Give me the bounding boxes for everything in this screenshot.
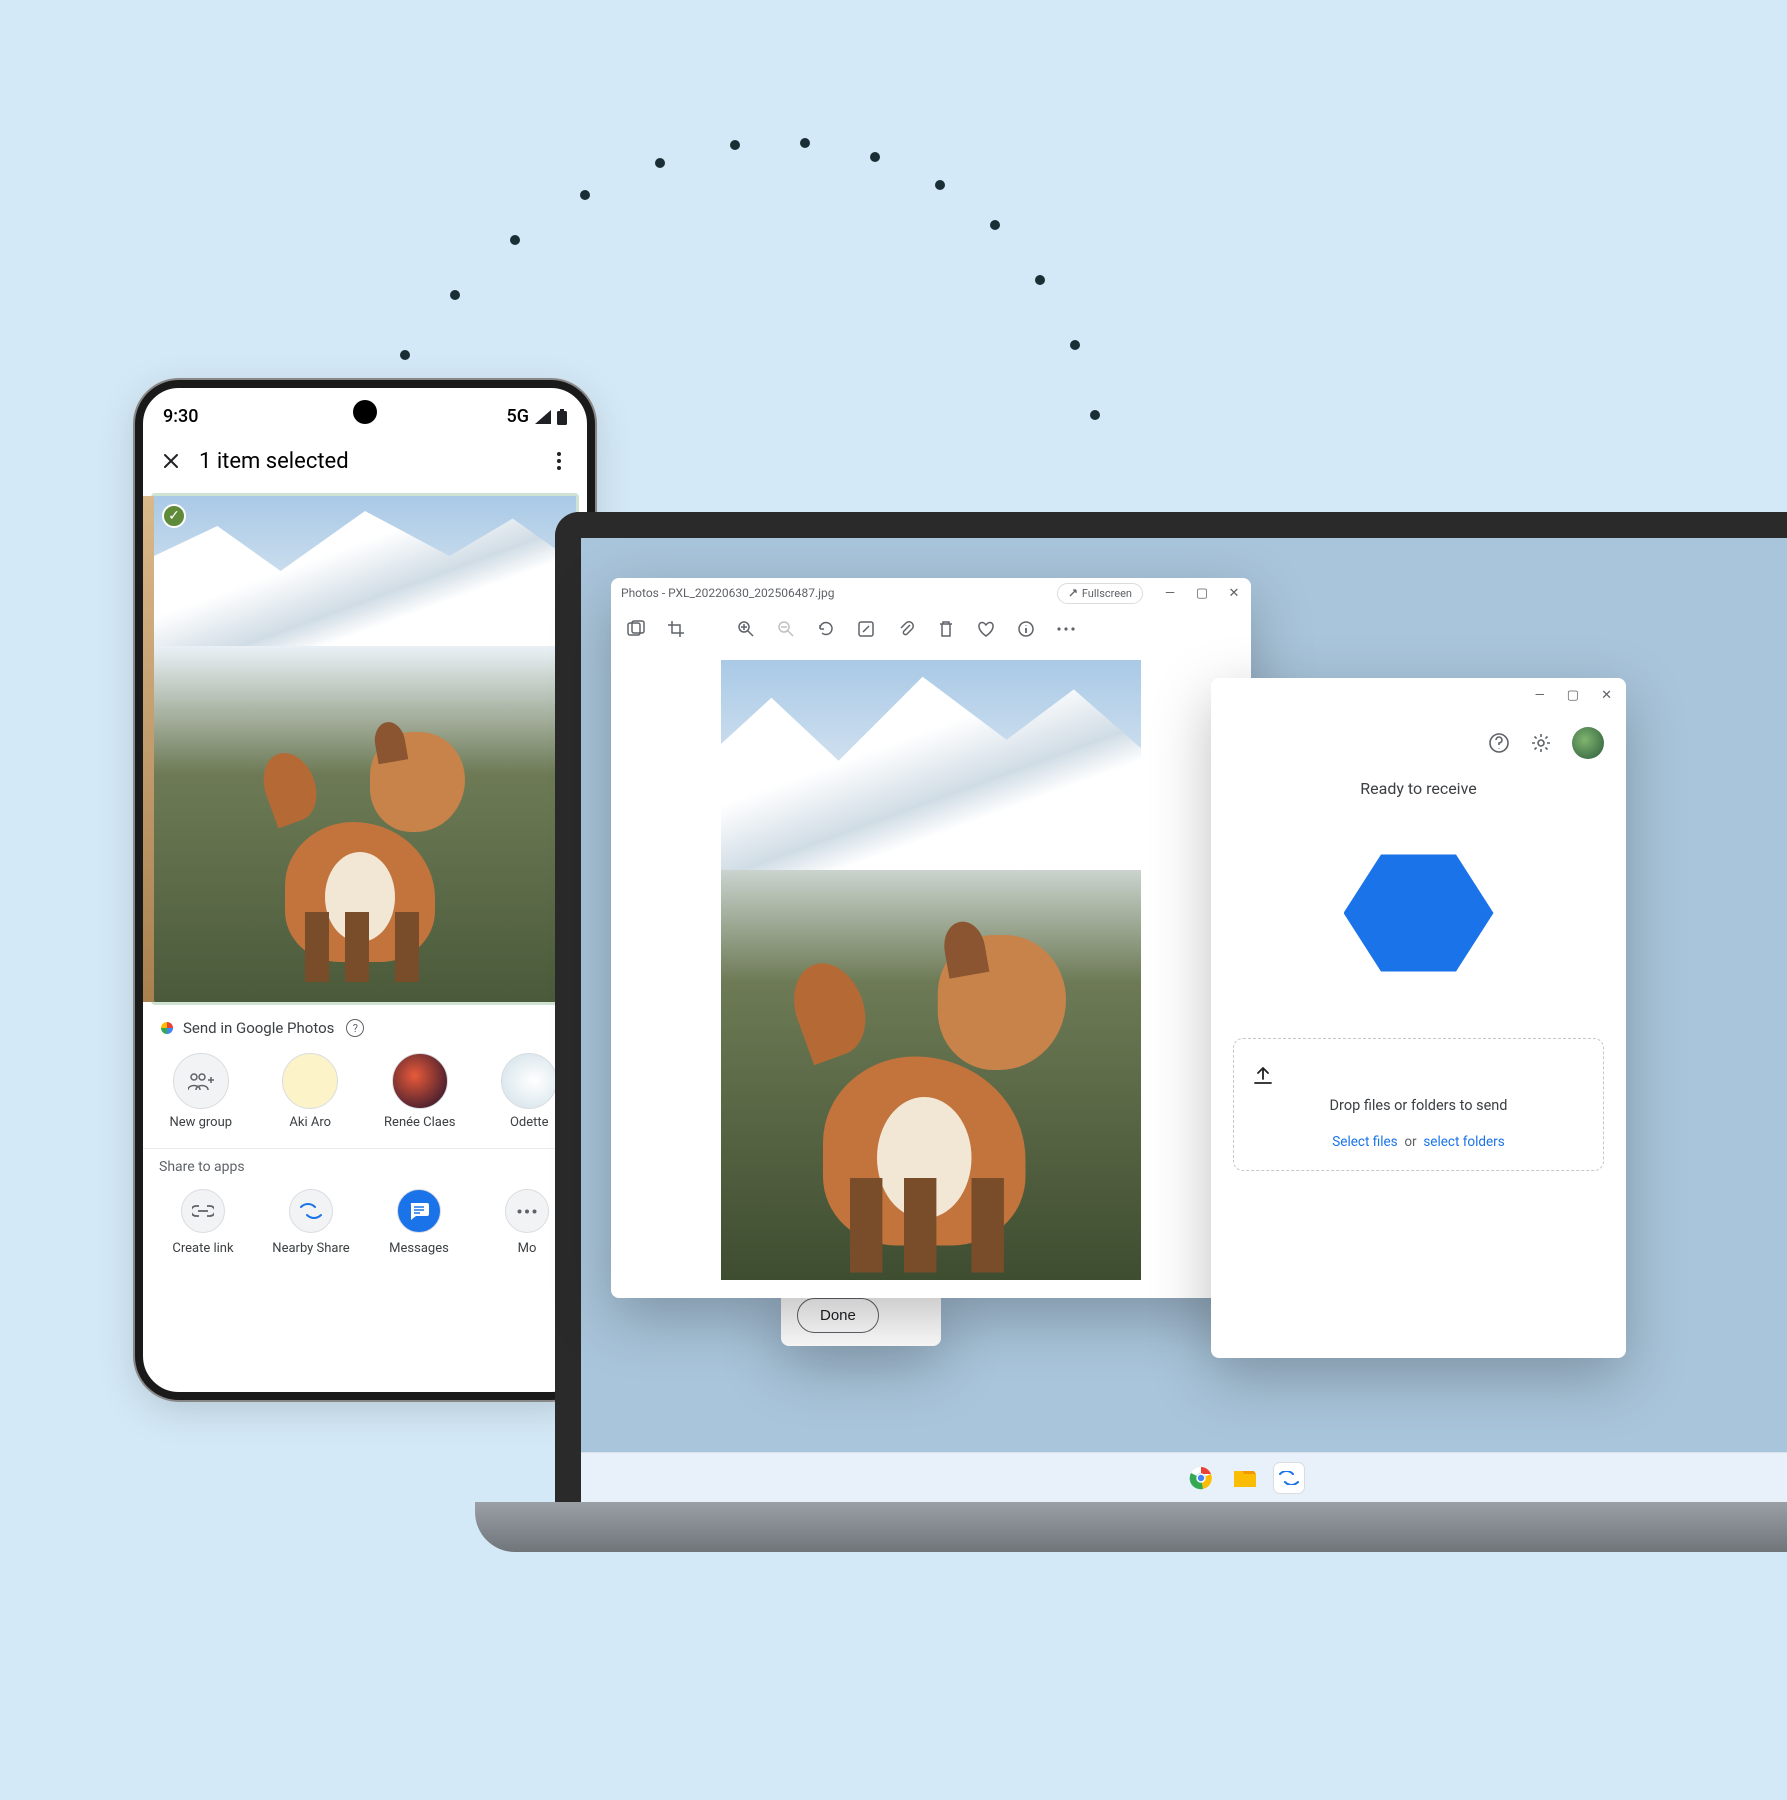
maximize-icon[interactable]: ▢ <box>1195 586 1209 601</box>
maximize-icon[interactable]: ▢ <box>1567 688 1579 703</box>
select-folders-link[interactable]: select folders <box>1423 1134 1504 1150</box>
minimize-icon[interactable]: — <box>1163 586 1177 601</box>
app-label: Create link <box>172 1241 233 1256</box>
google-photos-icon <box>159 1020 175 1036</box>
dog-illustration <box>265 702 465 962</box>
photos-window: Photos - PXL_20220630_202506487.jpg Full… <box>611 578 1251 1298</box>
signal-icon <box>535 410 551 424</box>
share-apps-section: Share to apps Create link Nearby Share M… <box>143 1148 587 1266</box>
help-icon[interactable] <box>1488 732 1510 754</box>
window-controls: — ▢ ✕ <box>1211 678 1626 713</box>
delete-icon[interactable] <box>935 618 957 640</box>
crop-icon[interactable] <box>665 618 687 640</box>
close-icon[interactable]: ✕ <box>1227 586 1241 601</box>
share-apps-label: Share to apps <box>159 1159 571 1175</box>
battery-icon <box>557 409 567 425</box>
upload-icon <box>1252 1065 1585 1087</box>
laptop-base <box>475 1502 1787 1552</box>
check-icon: ✓ <box>162 504 186 528</box>
contact-label: New group <box>169 1115 232 1130</box>
nearby-share-taskbar-icon[interactable] <box>1274 1463 1304 1493</box>
laptop-screen: Done Photos - PXL_20220630_202506487.jpg… <box>555 512 1787 1502</box>
avatar <box>282 1053 338 1109</box>
heart-icon[interactable] <box>975 618 997 640</box>
fullscreen-button[interactable]: Fullscreen <box>1057 583 1143 604</box>
close-icon[interactable]: ✕ <box>1601 688 1612 703</box>
attach-icon[interactable] <box>895 618 917 640</box>
collection-icon[interactable] <box>625 618 647 640</box>
app-create-link[interactable]: Create link <box>159 1189 247 1256</box>
contact-label: Aki Aro <box>289 1115 331 1130</box>
drop-text: Drop files or folders to send <box>1252 1097 1585 1114</box>
help-icon[interactable]: ? <box>346 1019 364 1037</box>
app-label: Messages <box>389 1241 449 1256</box>
nearby-share-window: — ▢ ✕ Ready to receive Drop files or fo <box>1211 678 1626 1358</box>
selection-title: 1 item selected <box>199 449 531 474</box>
select-row: Select files or select folders <box>1252 1134 1585 1150</box>
dog-illustration <box>796 895 1066 1246</box>
app-label: Nearby Share <box>272 1241 349 1256</box>
contact-renee-claes[interactable]: Renée Claes <box>376 1053 464 1130</box>
taskbar <box>581 1452 1787 1502</box>
window-title: Photos - PXL_20220630_202506487.jpg <box>621 586 1057 600</box>
info-icon[interactable] <box>1015 618 1037 640</box>
avatar <box>392 1053 448 1109</box>
contact-label: Odette <box>510 1115 549 1130</box>
edit-icon[interactable] <box>855 618 877 640</box>
more-horizontal-icon <box>505 1189 549 1233</box>
profile-avatar[interactable] <box>1572 727 1604 759</box>
rotate-icon[interactable] <box>815 618 837 640</box>
photos-toolbar <box>611 608 1251 650</box>
chrome-icon[interactable] <box>1186 1463 1216 1493</box>
zoom-in-icon[interactable] <box>735 618 757 640</box>
send-google-photos-row[interactable]: Send in Google Photos ? <box>143 1005 587 1047</box>
selected-photo[interactable]: ✓ <box>151 493 579 1005</box>
status-network: 5G <box>507 406 530 427</box>
contacts-row: New group Aki Aro Renée Claes Odette <box>143 1047 587 1148</box>
window-titlebar[interactable]: Photos - PXL_20220630_202506487.jpg Full… <box>611 578 1251 608</box>
share-status-title: Ready to receive <box>1211 779 1626 798</box>
files-icon[interactable] <box>1230 1463 1260 1493</box>
send-google-photos-label: Send in Google Photos <box>183 1019 334 1037</box>
contact-aki-aro[interactable]: Aki Aro <box>267 1053 355 1130</box>
avatar <box>501 1053 557 1109</box>
app-nearby-share[interactable]: Nearby Share <box>267 1189 355 1256</box>
drop-zone[interactable]: Drop files or folders to send Select fil… <box>1233 1038 1604 1171</box>
share-header-icons <box>1211 713 1626 773</box>
done-button[interactable]: Done <box>797 1298 879 1333</box>
fullscreen-label: Fullscreen <box>1082 587 1132 600</box>
selection-appbar: 1 item selected <box>143 435 587 487</box>
close-icon[interactable] <box>157 447 185 475</box>
messages-icon <box>397 1189 441 1233</box>
more-horizontal-icon[interactable] <box>1055 618 1077 640</box>
app-messages[interactable]: Messages <box>375 1189 463 1256</box>
more-icon[interactable] <box>545 447 573 475</box>
link-icon <box>181 1189 225 1233</box>
phone-statusbar: 9:30 5G <box>143 388 587 435</box>
nearby-share-icon <box>289 1189 333 1233</box>
group-icon <box>173 1053 229 1109</box>
device-hexagon-icon <box>1344 848 1494 978</box>
phone-device: 9:30 5G 1 item selected ✓ <box>135 380 595 1400</box>
status-time: 9:30 <box>163 406 198 427</box>
minimize-icon[interactable]: — <box>1535 688 1545 703</box>
app-label: Mo <box>518 1241 537 1256</box>
contact-new-group[interactable]: New group <box>157 1053 245 1130</box>
laptop-device: Done Photos - PXL_20220630_202506487.jpg… <box>555 512 1787 1592</box>
select-files-link[interactable]: Select files <box>1332 1134 1397 1150</box>
or-text: or <box>1404 1134 1416 1150</box>
zoom-out-icon[interactable] <box>775 618 797 640</box>
contact-label: Renée Claes <box>384 1115 455 1130</box>
gear-icon[interactable] <box>1530 732 1552 754</box>
photo-viewer[interactable] <box>721 660 1141 1280</box>
